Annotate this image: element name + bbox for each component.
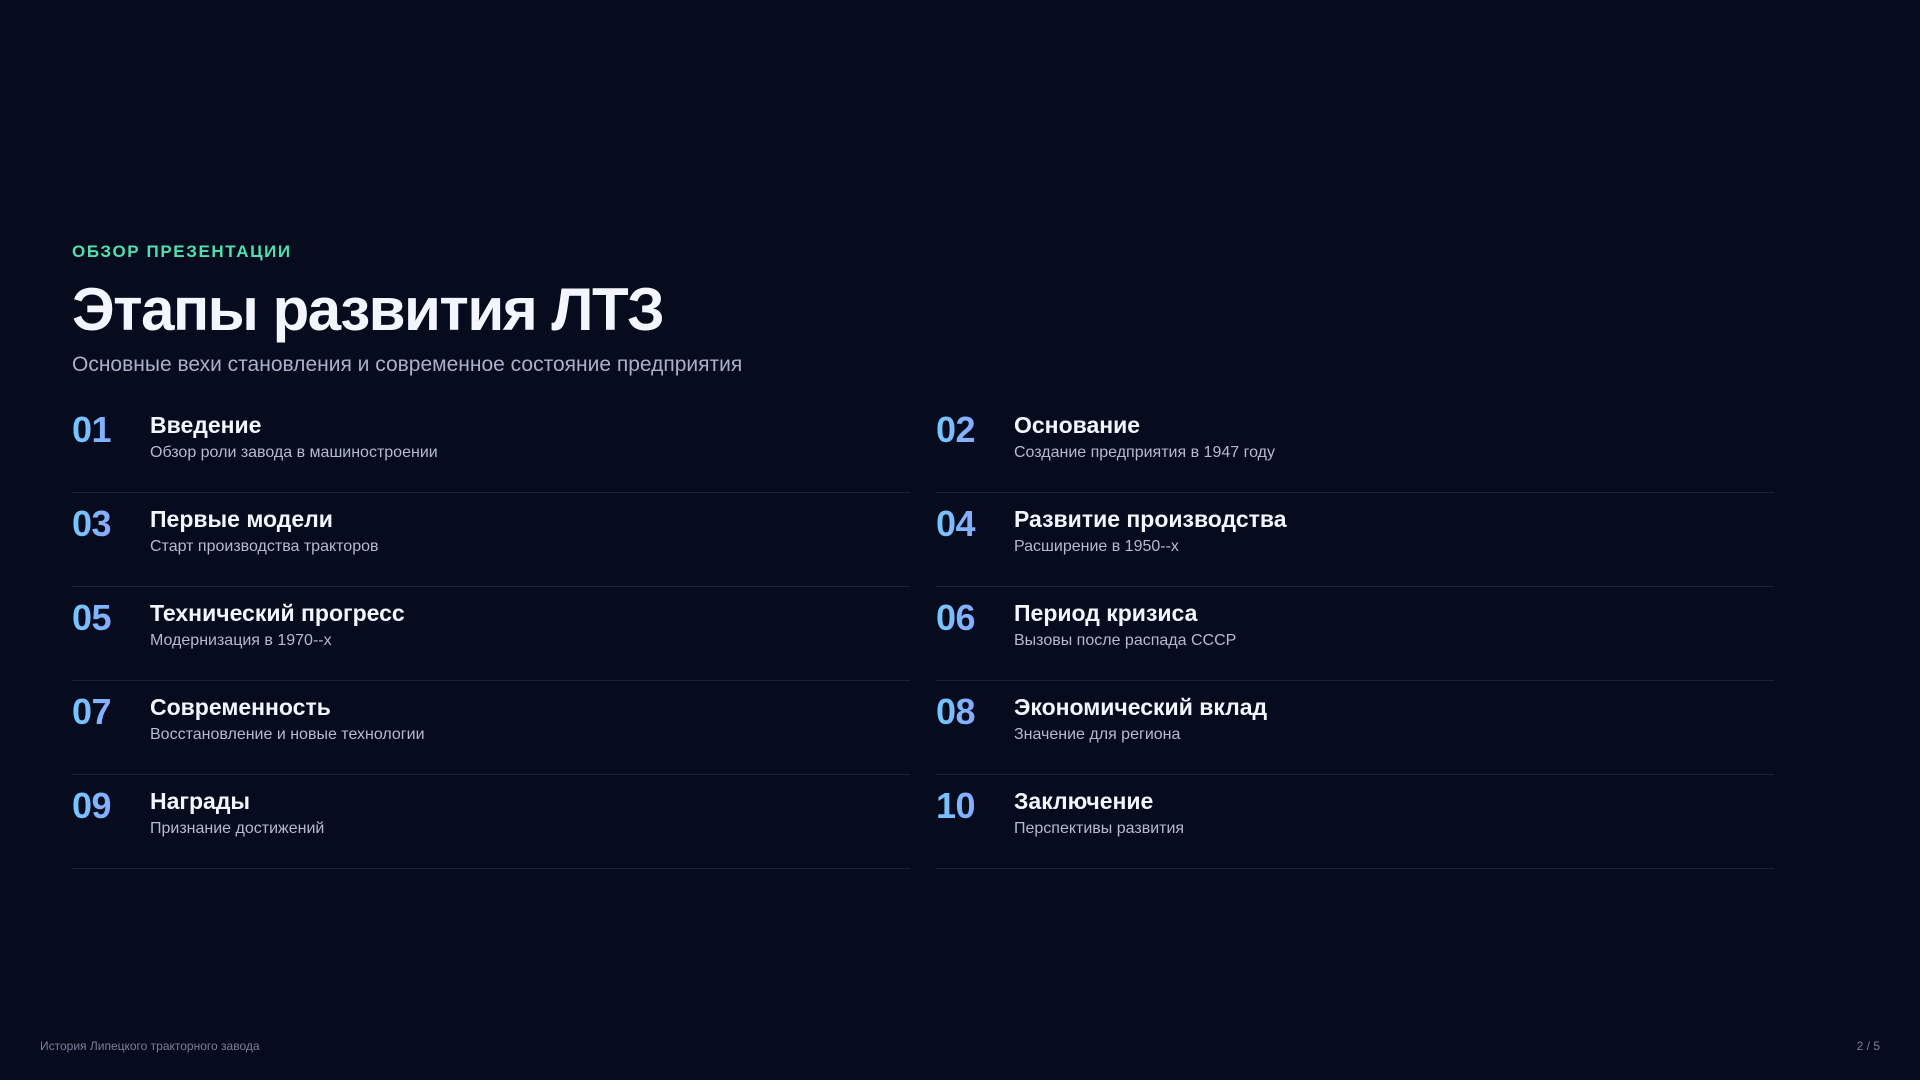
agenda-item-number: 10 bbox=[936, 786, 1014, 826]
agenda-item-title: Награды bbox=[150, 788, 251, 814]
agenda-item-title: Развитие производства bbox=[1014, 506, 1287, 532]
agenda-item-number: 02 bbox=[936, 410, 1014, 450]
agenda-item-number: 01 bbox=[72, 410, 150, 450]
slide-subtitle: Основные вехи становления и современное … bbox=[72, 353, 743, 376]
agenda-item-text: Награды Признание достижений bbox=[150, 786, 324, 841]
agenda-item-text: Введение Обзор роли завода в машинострое… bbox=[150, 410, 438, 465]
agenda-item-description: Восстановление и новые технологии bbox=[150, 726, 425, 743]
agenda-item-text: Основание Создание предприятия в 1947 го… bbox=[1014, 410, 1275, 465]
agenda-item: 01 Введение Обзор роли завода в машиност… bbox=[72, 400, 910, 493]
slide-header: ОБЗОР ПРЕЗЕНТАЦИИ Этапы развития ЛТЗ Осн… bbox=[72, 240, 1772, 380]
agenda-item-title: Основание bbox=[1014, 412, 1141, 438]
agenda-item-description: Значение для региона bbox=[1014, 726, 1181, 743]
agenda-item-text: Первые модели Старт производства трактор… bbox=[150, 504, 379, 559]
agenda-item: 06 Период кризиса Вызовы после распада С… bbox=[936, 588, 1774, 681]
agenda-item-text: Развитие производства Расширение в 1950-… bbox=[1014, 504, 1287, 559]
slide-title: Этапы развития ЛТЗ bbox=[72, 276, 665, 343]
agenda-item-number: 07 bbox=[72, 692, 150, 732]
agenda-item-title: Заключение bbox=[1014, 788, 1154, 814]
agenda-item: 08 Экономический вклад Значение для реги… bbox=[936, 682, 1774, 775]
agenda-item: 03 Первые модели Старт производства трак… bbox=[72, 494, 910, 587]
agenda-item: 07 Современность Восстановление и новые … bbox=[72, 682, 910, 775]
agenda-item: 10 Заключение Перспективы развития bbox=[936, 776, 1774, 869]
agenda-item-description: Вызовы после распада СССР bbox=[1014, 632, 1237, 649]
agenda-item-title: Введение bbox=[150, 412, 262, 438]
footer-page-indicator: 2 / 5 bbox=[1856, 1039, 1880, 1053]
agenda-item-number: 09 bbox=[72, 786, 150, 826]
footer-presentation-name: История Липецкого тракторного завода bbox=[40, 1039, 260, 1053]
agenda-item-description: Обзор роли завода в машиностроении bbox=[150, 444, 438, 461]
agenda-item-description: Признание достижений bbox=[150, 820, 325, 837]
agenda-item-number: 05 bbox=[72, 598, 150, 638]
agenda-item: 05 Технический прогресс Модернизация в 1… bbox=[72, 588, 910, 681]
agenda-item-text: Заключение Перспективы развития bbox=[1014, 786, 1184, 841]
agenda-item-title: Первые модели bbox=[150, 506, 333, 532]
agenda-item: 09 Награды Признание достижений bbox=[72, 776, 910, 869]
agenda-item-number: 08 bbox=[936, 692, 1014, 732]
agenda-item-description: Перспективы развития bbox=[1014, 820, 1185, 837]
slide: ОБЗОР ПРЕЗЕНТАЦИИ Этапы развития ЛТЗ Осн… bbox=[0, 0, 1920, 1080]
agenda-item-text: Экономический вклад Значение для региона bbox=[1014, 692, 1267, 747]
eyebrow-label: ОБЗОР ПРЕЗЕНТАЦИИ bbox=[72, 242, 292, 261]
agenda-item: 02 Основание Создание предприятия в 1947… bbox=[936, 400, 1774, 493]
agenda-item-number: 04 bbox=[936, 504, 1014, 544]
agenda-item-description: Создание предприятия в 1947 году bbox=[1014, 444, 1275, 461]
agenda-item-title: Современность bbox=[150, 694, 331, 720]
agenda-grid: 01 Введение Обзор роли завода в машиност… bbox=[72, 400, 1774, 870]
agenda-item-description: Старт производства тракторов bbox=[150, 538, 379, 555]
agenda-item: 04 Развитие производства Расширение в 19… bbox=[936, 494, 1774, 587]
agenda-item-number: 03 bbox=[72, 504, 150, 544]
agenda-item-text: Технический прогресс Модернизация в 1970… bbox=[150, 598, 405, 653]
agenda-item-description: Расширение в 1950--х bbox=[1014, 538, 1179, 555]
agenda-item-title: Экономический вклад bbox=[1014, 694, 1268, 720]
agenda-item-number: 06 bbox=[936, 598, 1014, 638]
agenda-item-title: Технический прогресс bbox=[150, 600, 405, 626]
agenda-item-description: Модернизация в 1970--х bbox=[150, 632, 332, 649]
agenda-item-text: Период кризиса Вызовы после распада СССР bbox=[1014, 598, 1236, 653]
agenda-item-text: Современность Восстановление и новые тех… bbox=[150, 692, 425, 747]
agenda-item-title: Период кризиса bbox=[1014, 600, 1198, 626]
